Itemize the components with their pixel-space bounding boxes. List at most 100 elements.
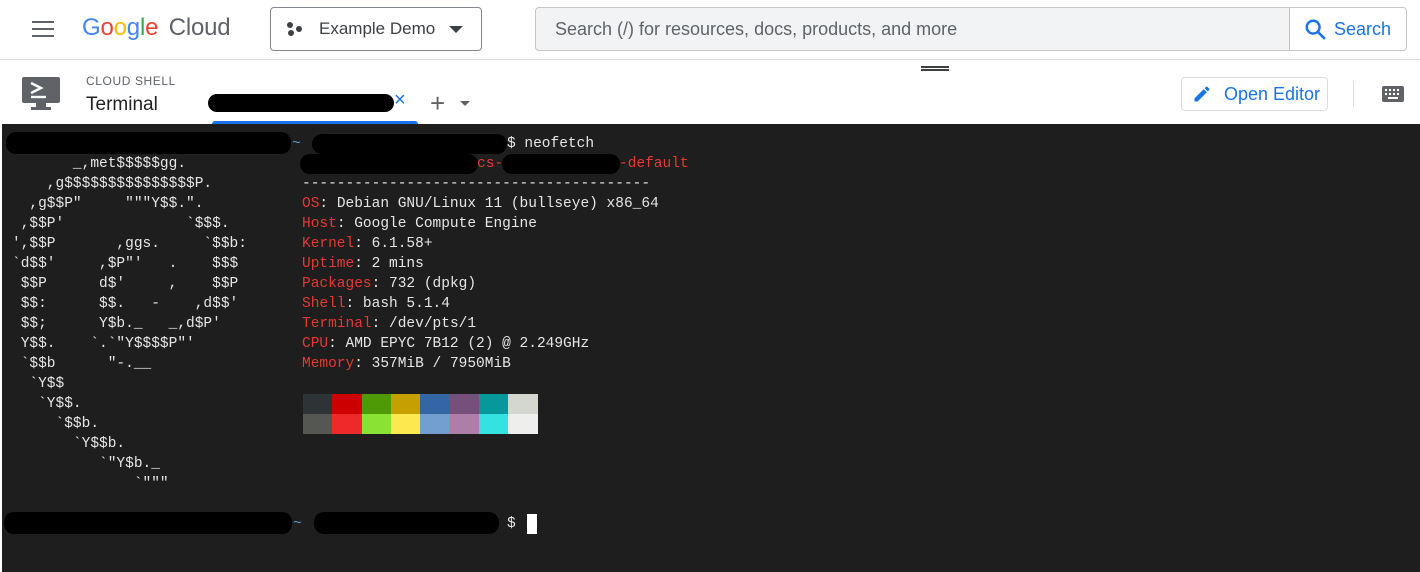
color-palette bbox=[303, 394, 538, 434]
project-name: Example Demo bbox=[319, 19, 436, 38]
info-row: Host: Google Compute Engine bbox=[302, 216, 537, 232]
info-row: Kernel: 6.1.58+ bbox=[302, 236, 433, 252]
color-swatch bbox=[478, 414, 509, 434]
color-swatch bbox=[507, 414, 538, 434]
color-swatch bbox=[390, 414, 421, 434]
redacted-user bbox=[6, 132, 291, 154]
tab-terminal-session[interactable]: × bbox=[208, 87, 418, 125]
redacted-host-id bbox=[502, 154, 620, 174]
color-swatch bbox=[361, 394, 392, 414]
cloud-shell-icon bbox=[22, 77, 60, 110]
top-bar: Google Cloud Example Demo Search bbox=[0, 0, 1420, 60]
redacted-project bbox=[314, 512, 499, 534]
ascii-line: $$: $$. - ,d$$' bbox=[12, 296, 239, 312]
info-key: Terminal bbox=[302, 316, 372, 332]
info-row: Packages: 732 (dpkg) bbox=[302, 276, 477, 292]
color-swatch bbox=[420, 414, 450, 434]
pencil-icon bbox=[1194, 86, 1210, 102]
info-value: 357MiB / 7950MiB bbox=[371, 356, 511, 372]
logo-google: Google bbox=[82, 14, 159, 41]
cloud-shell-caption: CLOUD SHELL bbox=[86, 74, 176, 88]
info-value: 732 (dpkg) bbox=[389, 276, 477, 292]
open-editor-button[interactable]: Open Editor bbox=[1181, 77, 1328, 111]
google-cloud-logo[interactable]: Google Cloud bbox=[82, 14, 231, 42]
info-row: Memory: 357MiB / 7950MiB bbox=[302, 356, 511, 372]
info-value: /dev/pts/1 bbox=[389, 316, 477, 332]
redacted-tab-name bbox=[208, 94, 394, 112]
search-button[interactable]: Search bbox=[1289, 8, 1406, 50]
color-swatch bbox=[332, 414, 362, 434]
ascii-line: ,g$$$$$$$$$$$$$$$P. bbox=[12, 176, 213, 192]
close-icon[interactable]: × bbox=[394, 89, 406, 112]
info-row: CPU: AMD EPYC 7B12 (2) @ 2.249GHz bbox=[302, 336, 590, 352]
prompt-symbol: $ bbox=[507, 516, 516, 532]
info-row: Shell: bash 5.1.4 bbox=[302, 296, 450, 312]
terminal-title: Terminal bbox=[86, 94, 158, 115]
prompt-command: $ neofetch bbox=[507, 136, 595, 152]
color-swatch bbox=[303, 414, 333, 434]
ascii-line: `d$$' ,$P"' . $$$ bbox=[12, 256, 239, 272]
ascii-line: `Y$$ bbox=[12, 376, 65, 392]
ascii-line: `$$b "-.__ bbox=[12, 356, 152, 372]
ascii-line: `Y$$b. bbox=[12, 436, 126, 452]
ascii-line: ',$$P ,ggs. `$$b: bbox=[12, 236, 247, 252]
color-swatch bbox=[420, 394, 450, 414]
ascii-line: `""" bbox=[12, 476, 169, 492]
ascii-line: $$P d$' , $$P bbox=[12, 276, 239, 292]
info-value: AMD EPYC 7B12 (2) @ 2.249GHz bbox=[345, 336, 590, 352]
color-swatch bbox=[303, 394, 333, 414]
divider bbox=[1353, 81, 1354, 107]
info-key: Shell bbox=[302, 296, 346, 312]
hamburger-menu-icon[interactable] bbox=[30, 18, 56, 40]
info-value: 6.1.58+ bbox=[371, 236, 433, 252]
info-value: Google Compute Engine bbox=[354, 216, 537, 232]
chevron-down-icon bbox=[449, 26, 463, 33]
ascii-line: ,$$P' `$$$. bbox=[12, 216, 230, 232]
cloud-shell-header: CLOUD SHELL Terminal × + Open Editor bbox=[0, 61, 1420, 125]
project-icon bbox=[287, 21, 303, 37]
info-key: CPU bbox=[302, 336, 329, 352]
ascii-line: $$; Y$b._ _,d$P' bbox=[12, 316, 221, 332]
project-selector[interactable]: Example Demo bbox=[270, 7, 482, 51]
info-key: OS bbox=[302, 196, 320, 212]
host-prefix: cs- bbox=[477, 156, 504, 172]
info-separator: ---------------------------------------- bbox=[302, 176, 651, 192]
info-key: Kernel bbox=[302, 236, 355, 252]
ascii-line: `Y$$. bbox=[12, 396, 82, 412]
info-row: OS: Debian GNU/Linux 11 (bullseye) x86_6… bbox=[302, 196, 659, 212]
terminal-cursor bbox=[527, 514, 537, 534]
color-swatch bbox=[449, 414, 479, 434]
redacted-host bbox=[300, 154, 478, 174]
open-editor-label: Open Editor bbox=[1224, 83, 1321, 104]
add-tab-button[interactable]: + bbox=[430, 88, 445, 119]
prompt-tilde: ~ bbox=[293, 516, 302, 532]
ascii-line: ,g$$P" """Y$$.". bbox=[12, 196, 204, 212]
info-row: Terminal: /dev/pts/1 bbox=[302, 316, 477, 332]
color-swatch bbox=[332, 394, 362, 414]
keyboard-icon[interactable] bbox=[1382, 86, 1404, 102]
color-swatch bbox=[390, 394, 421, 414]
chevron-down-icon[interactable] bbox=[460, 101, 470, 106]
ascii-line: Y$$. `.`"Y$$$$P"' bbox=[12, 336, 195, 352]
info-key: Memory bbox=[302, 356, 355, 372]
ascii-line: `$$b. bbox=[12, 416, 100, 432]
search-button-label: Search bbox=[1334, 18, 1392, 39]
terminal-output[interactable]: ~ $ neofetch cs- -default --------------… bbox=[2, 124, 1420, 572]
prompt-tilde: ~ bbox=[292, 136, 301, 152]
search-bar: Search bbox=[535, 7, 1407, 51]
color-swatch bbox=[449, 394, 479, 414]
color-swatch bbox=[507, 394, 538, 414]
resize-handle[interactable] bbox=[921, 66, 949, 71]
redacted-project bbox=[312, 134, 507, 154]
ascii-line: `"Y$b._ bbox=[12, 456, 160, 472]
info-value: Debian GNU/Linux 11 (bullseye) x86_64 bbox=[336, 196, 659, 212]
color-swatch bbox=[478, 394, 509, 414]
info-key: Packages bbox=[302, 276, 372, 292]
info-value: 2 mins bbox=[371, 256, 424, 272]
info-key: Host bbox=[302, 216, 337, 232]
info-value: bash 5.1.4 bbox=[362, 296, 450, 312]
redacted-user bbox=[4, 512, 292, 534]
logo-cloud: Cloud bbox=[168, 14, 231, 41]
search-icon bbox=[1305, 19, 1326, 40]
search-input[interactable] bbox=[536, 8, 1291, 50]
